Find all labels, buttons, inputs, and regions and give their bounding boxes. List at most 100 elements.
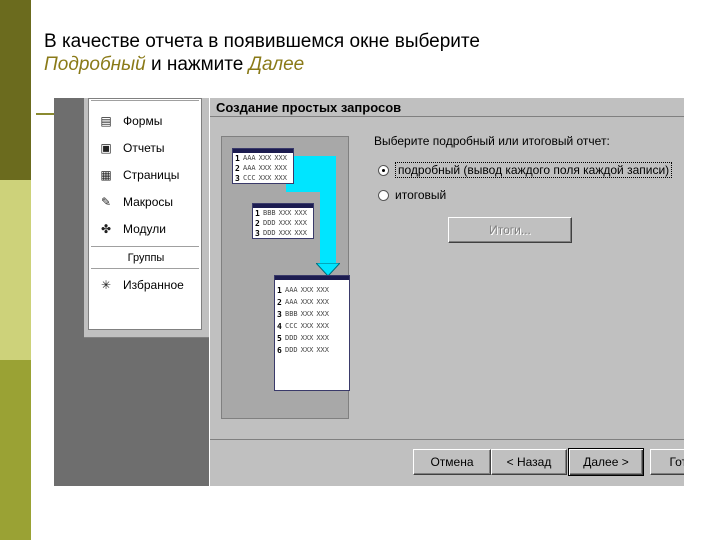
cell: DDD: [263, 219, 276, 227]
cell: XXX: [294, 219, 307, 227]
next-button[interactable]: Далее >: [568, 448, 644, 476]
cell: AAA: [285, 286, 298, 294]
cell: XXX: [316, 286, 329, 294]
radio-detail-report[interactable]: подробный (вывод каждого поля каждой зап…: [378, 162, 673, 178]
cell: XXX: [294, 209, 307, 217]
row-number: 3: [255, 228, 260, 238]
table-row: 1 AAA XXX XXX: [233, 153, 293, 163]
slide-bar-dark: [0, 0, 31, 180]
panel-divider-top: [91, 100, 199, 101]
object-item-label: Макросы: [123, 195, 174, 209]
cell: XXX: [274, 164, 287, 172]
cell: BBB: [263, 209, 276, 217]
row-number: 3: [235, 173, 240, 183]
table-row: 2 AAA XXX XXX: [233, 163, 293, 173]
back-button[interactable]: < Назад: [491, 449, 567, 475]
table-row: 3 DDD XXX XXX: [253, 228, 313, 238]
form-icon: ▤: [100, 114, 112, 128]
cell: XXX: [316, 346, 329, 354]
title-text-2: и нажмите: [145, 54, 249, 75]
favorites-icon: ✳: [100, 278, 112, 292]
cell: XXX: [300, 310, 314, 318]
cell: XXX: [300, 286, 314, 294]
sample-table-1: 1 AAA XXX XXX 2 AAA XXX XXX 3 CCC XXX XXX: [232, 148, 294, 184]
cell: XXX: [316, 298, 329, 306]
cell: XXX: [274, 174, 287, 182]
macro-icon: ✎: [100, 195, 112, 209]
cell: XXX: [294, 229, 307, 237]
object-item-modules[interactable]: ✤ Модули: [99, 221, 166, 237]
row-number: 1: [277, 285, 282, 295]
object-item-macros[interactable]: ✎ Макросы: [99, 194, 173, 210]
report-icon: ▣: [100, 141, 112, 155]
wizard-divider-top: [210, 116, 684, 117]
panel-divider: [91, 268, 199, 269]
object-item-forms[interactable]: ▤ Формы: [99, 113, 162, 129]
table-row: 3 BBB XXX XXX: [275, 308, 349, 320]
cell: XXX: [316, 322, 329, 330]
wizard-title: Создание простых запросов: [216, 100, 402, 115]
table-row: 2 AAA XXX XXX: [275, 296, 349, 308]
radio-summary-report[interactable]: итоговый: [378, 188, 446, 202]
slide-bar-mid: [0, 360, 31, 540]
slide-bar-light: [0, 180, 31, 360]
cell: XXX: [300, 334, 314, 342]
title-highlight-next: Далее: [248, 54, 305, 75]
cell: DDD: [285, 334, 298, 342]
object-item-reports[interactable]: ▣ Отчеты: [99, 140, 164, 156]
report-type-prompt: Выберите подробный или итоговый отчет:: [374, 134, 610, 148]
object-item-label: Формы: [123, 114, 163, 128]
table-row: 4 CCC XXX XXX: [275, 320, 349, 332]
wizard-divider-bottom: [210, 439, 684, 440]
cell: BBB: [285, 310, 298, 318]
cell: XXX: [300, 346, 314, 354]
cell: CCC: [285, 322, 298, 330]
panel-divider: [91, 246, 199, 247]
table-row: 3 CCC XXX XXX: [233, 173, 293, 183]
table-row: 5 DDD XXX XXX: [275, 332, 349, 344]
radio-button-checked[interactable]: [378, 164, 389, 176]
object-item-label: Страницы: [123, 168, 180, 182]
wizard-illustration: 1 AAA XXX XXX 2 AAA XXX XXX 3 CCC XXX XXX 1 BBB XXX…: [221, 136, 350, 419]
cell: CCC: [243, 174, 256, 182]
title-text-1: В качестве отчета в появившемся окне выб…: [44, 31, 480, 52]
cell: XXX: [316, 334, 329, 342]
slide-title: В качестве отчета в появившемся окне выб…: [44, 30, 704, 76]
simple-query-wizard: Создание простых запросов 1 AAA XXX XXX 2 AA…: [209, 98, 684, 486]
table-row: 2 DDD XXX XXX: [253, 218, 313, 228]
highlight-band: [320, 192, 336, 268]
cell: XXX: [300, 322, 314, 330]
objects-panel: ▤ Формы ▣ Отчеты ▦ Страницы ✎ Макросы ✤ …: [84, 98, 210, 338]
object-item-label: Избранное: [123, 278, 184, 292]
totals-button[interactable]: Итоги...: [448, 217, 572, 243]
radio-summary-label: итоговый: [395, 188, 447, 202]
radio-detail-label: подробный (вывод каждого поля каждой зап…: [395, 162, 673, 178]
cell: DDD: [263, 229, 276, 237]
sample-table-result: 1 AAA XXX XXX 2 AAA XXX XXX 3 BBB XXX XXX 4 CCC XXX…: [274, 275, 350, 391]
row-number: 3: [277, 309, 282, 319]
cell: XXX: [316, 310, 329, 318]
table-row: 1 AAA XXX XXX: [275, 284, 349, 296]
object-item-pages[interactable]: ▦ Страницы: [99, 167, 179, 183]
row-number: 2: [277, 297, 282, 307]
cell: AAA: [243, 164, 256, 172]
cell: XXX: [258, 164, 272, 172]
title-highlight-detail: Подробный: [44, 54, 146, 75]
object-item-label: Отчеты: [123, 141, 165, 155]
screenshot: ▤ Формы ▣ Отчеты ▦ Страницы ✎ Макросы ✤ …: [54, 98, 684, 486]
objects-list: ▤ Формы ▣ Отчеты ▦ Страницы ✎ Макросы ✤ …: [88, 98, 202, 330]
cell: XXX: [278, 219, 292, 227]
page-icon: ▦: [100, 168, 112, 182]
cancel-button[interactable]: Отмена: [413, 449, 491, 475]
radio-button[interactable]: [378, 189, 389, 201]
cell: XXX: [300, 298, 314, 306]
cell: DDD: [285, 346, 298, 354]
row-number: 1: [255, 208, 260, 218]
cell: AAA: [285, 298, 298, 306]
object-item-favorites[interactable]: ✳ Избранное: [99, 277, 184, 293]
finish-button[interactable]: Готово: [650, 449, 684, 475]
row-number: 2: [255, 218, 260, 228]
row-number: 6: [277, 345, 282, 355]
groups-header[interactable]: Группы: [89, 252, 203, 264]
cell: XXX: [258, 174, 272, 182]
